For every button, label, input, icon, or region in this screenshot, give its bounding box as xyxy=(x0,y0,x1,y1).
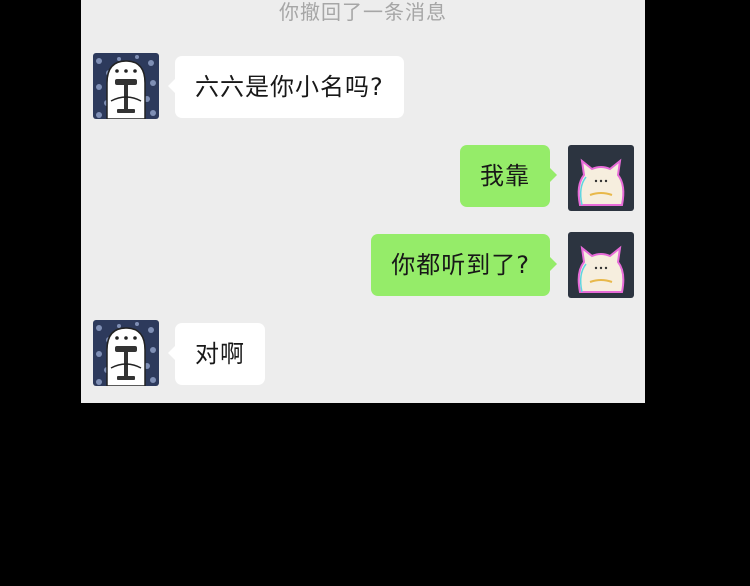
message-bubble-incoming[interactable]: 对啊 xyxy=(168,323,265,385)
self-user-avatar[interactable] xyxy=(568,232,634,298)
other-user-avatar[interactable] xyxy=(93,53,159,119)
message-text: 我靠 xyxy=(480,162,530,190)
fluffy-cat-icon xyxy=(568,232,634,298)
cartoon-character-icon xyxy=(93,320,159,386)
message-bubble-outgoing[interactable]: 我靠 xyxy=(460,145,557,207)
chat-panel: 你撤回了一条消息 六六是你小名吗? 我靠 你都听到了? 对啊 xyxy=(81,0,645,403)
message-bubble-incoming[interactable]: 六六是你小名吗? xyxy=(168,56,404,118)
message-text: 六六是你小名吗? xyxy=(195,73,384,101)
message-bubble-outgoing[interactable]: 你都听到了? xyxy=(371,234,557,296)
recall-notice: 你撤回了一条消息 xyxy=(279,0,447,24)
cartoon-character-icon xyxy=(93,53,159,119)
fluffy-cat-icon xyxy=(568,145,634,211)
message-text: 你都听到了? xyxy=(391,251,530,279)
other-user-avatar[interactable] xyxy=(93,320,159,386)
message-text: 对啊 xyxy=(195,340,245,368)
self-user-avatar[interactable] xyxy=(568,145,634,211)
